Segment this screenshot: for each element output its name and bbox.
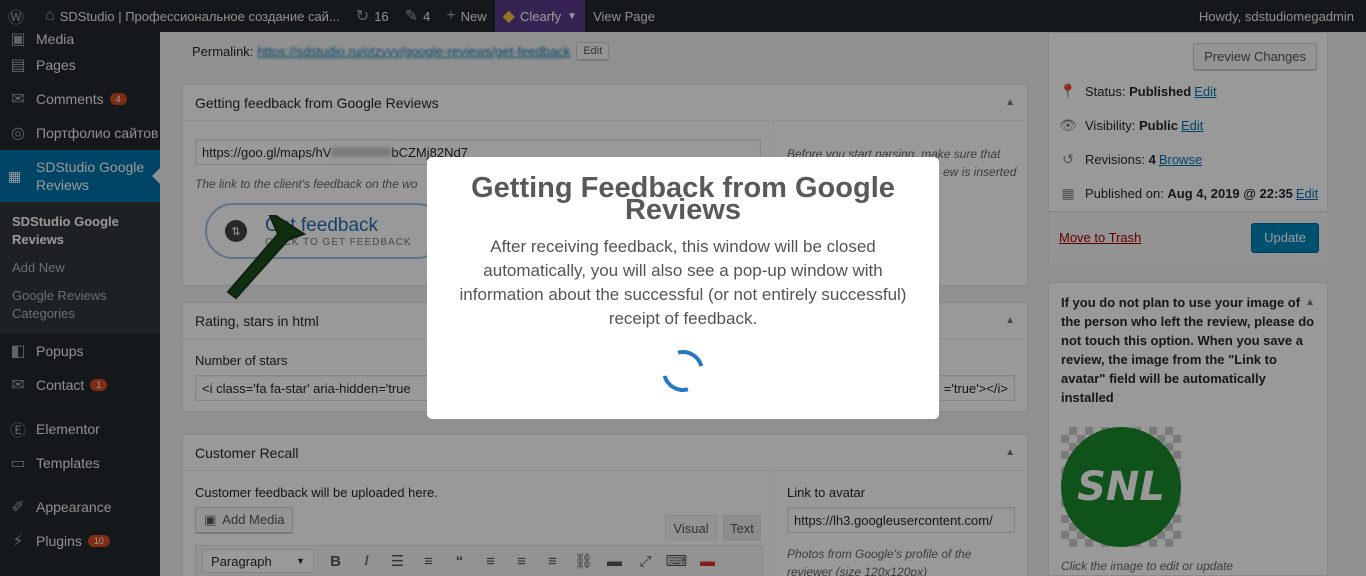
- feedback-progress-modal: Getting Feedback from Google Reviews Aft…: [427, 157, 939, 419]
- loading-spinner-icon: [654, 342, 712, 400]
- modal-body: After receiving feedback, this window wi…: [459, 237, 907, 328]
- modal-title: Getting Feedback from Google Reviews: [471, 172, 895, 226]
